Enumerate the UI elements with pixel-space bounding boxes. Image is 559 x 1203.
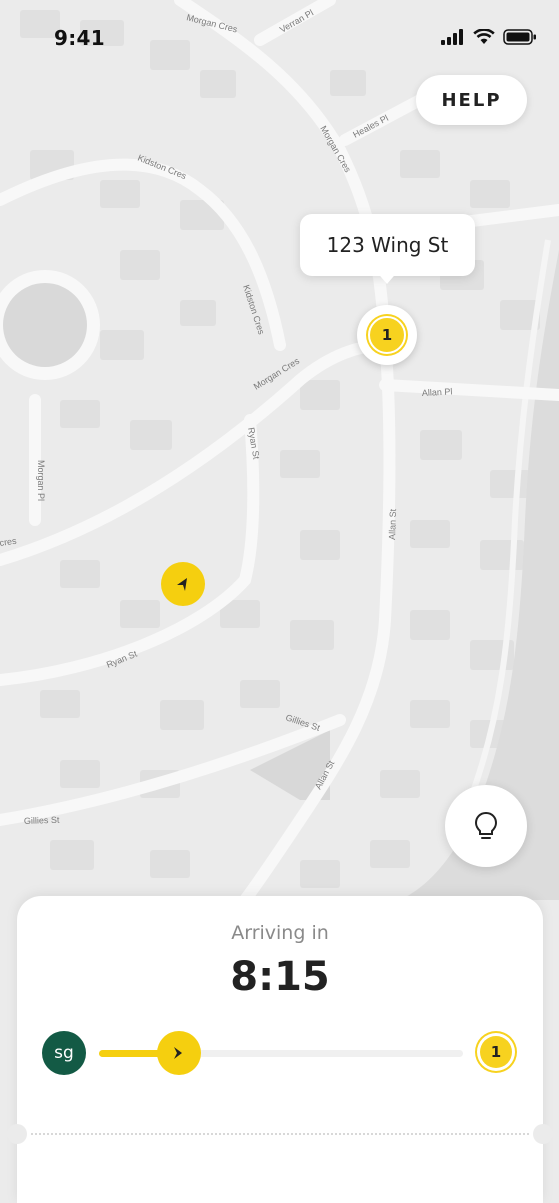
vehicle-marker (161, 562, 205, 606)
signal-icon (441, 29, 463, 45)
trip-end-stop-badge: 1 (480, 1036, 512, 1068)
chevron-right-icon (174, 1047, 182, 1059)
tip-button[interactable] (445, 785, 527, 867)
destination-address-callout[interactable]: 123 Wing St (300, 214, 475, 276)
status-time: 9:41 (54, 26, 105, 50)
eta-time: 8:15 (230, 954, 330, 1000)
driver-avatar[interactable]: sg (42, 1031, 86, 1075)
callout-tail (375, 270, 399, 284)
ticket-notch-right (533, 1124, 553, 1144)
lightbulb-icon (474, 811, 498, 839)
arriving-label: Arriving in (231, 922, 329, 944)
status-bar: 9:41 (0, 0, 559, 74)
street-label: Gillies St (24, 815, 60, 826)
battery-icon (503, 29, 536, 45)
trip-end-stop: 1 (475, 1031, 517, 1073)
ticket-perforation (31, 1133, 529, 1135)
street-label: Allan St (387, 508, 398, 540)
street-label: Allan Pl (422, 386, 453, 398)
screen: Morgan Cres Verran Pl Heales Pl Morgan C… (0, 0, 559, 1203)
status-icons (441, 25, 537, 49)
trip-sheet[interactable]: Arriving in 8:15 sg 1 (7, 896, 553, 1203)
street-label: Morgan Pl (36, 460, 46, 501)
trip-progress-vehicle (157, 1031, 201, 1075)
navigation-arrow-icon (177, 578, 187, 591)
trip-progress-track (99, 1050, 463, 1057)
destination-stop-badge: 1 (368, 316, 406, 354)
destination-pin[interactable]: 1 (357, 305, 417, 365)
wifi-icon (473, 29, 495, 44)
help-button[interactable]: HELP (416, 75, 527, 125)
ticket-notch-left (7, 1124, 27, 1144)
